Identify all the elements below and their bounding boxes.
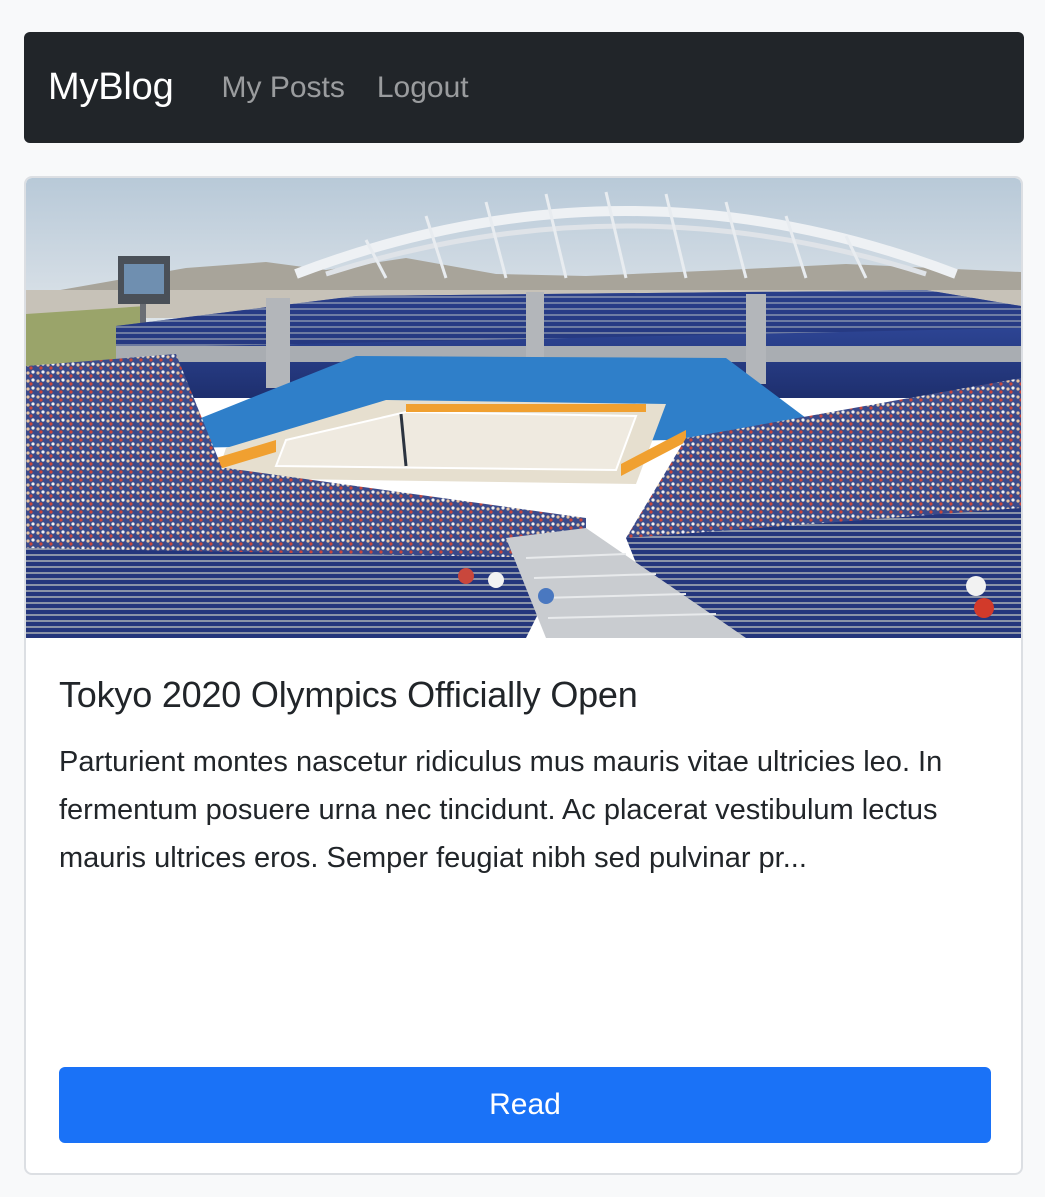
brand-link[interactable]: MyBlog — [48, 66, 174, 109]
post-card: Tokyo 2020 Olympics Officially Open Part… — [24, 176, 1023, 1175]
post-title: Tokyo 2020 Olympics Officially Open — [59, 674, 638, 715]
top-navbar: MyBlog My Posts Logout — [24, 32, 1024, 143]
post-image — [26, 178, 1021, 638]
nav-link-logout[interactable]: Logout — [377, 71, 469, 105]
nav-link-my-posts[interactable]: My Posts — [222, 71, 345, 105]
read-button[interactable]: Read — [59, 1067, 991, 1143]
post-excerpt: Parturient montes nascetur ridiculus mus… — [59, 746, 943, 874]
